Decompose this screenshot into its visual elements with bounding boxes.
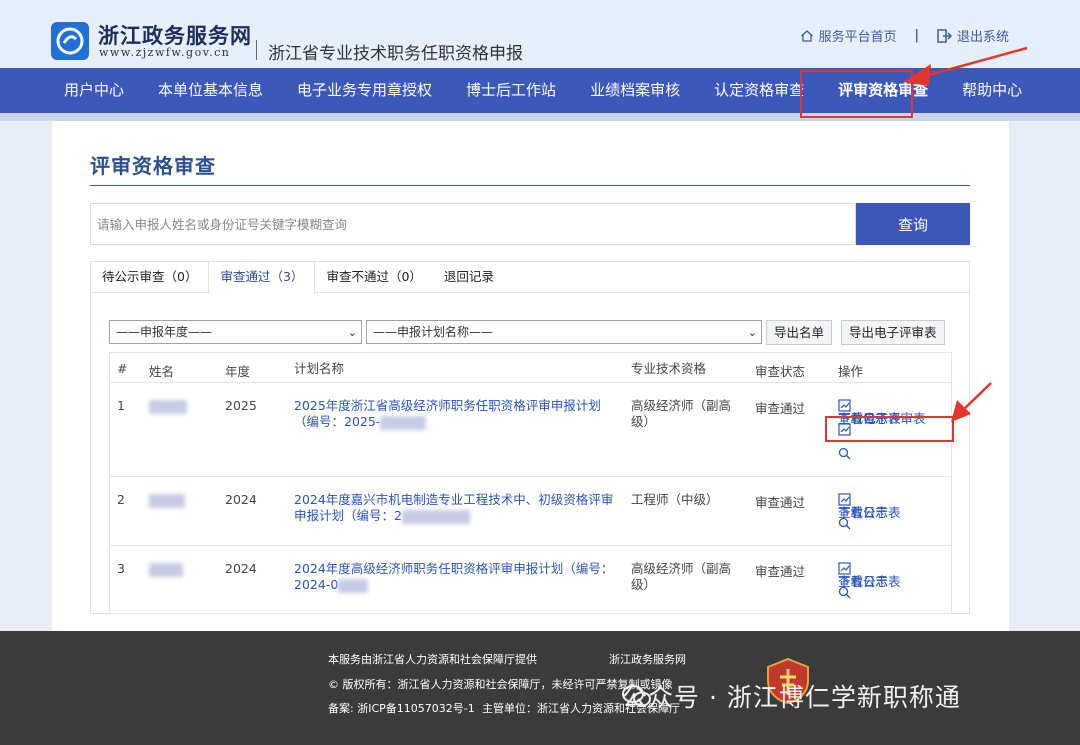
col-year: 年度: [225, 364, 251, 379]
search-input[interactable]: [90, 203, 856, 245]
row-plan-link[interactable]: 2024年度嘉兴市机电制造专业工程技术中、初级资格评审申报计划（编号：2: [294, 492, 622, 524]
redacted-name: [149, 492, 185, 508]
home-link[interactable]: 服务平台首页: [800, 26, 897, 45]
row-plan-link[interactable]: 2025年度浙江省高级经济师职务任职资格评审申报计划（编号：2025-: [294, 398, 622, 430]
row-no: 2: [117, 492, 125, 507]
table-header: # 姓名 年度 计划名称 专业技术资格 审查状态 操作: [110, 353, 951, 383]
row-plan-link[interactable]: 2024年度高级经济师职务任职资格评审申报计划（编号：2024-0: [294, 561, 622, 593]
top-links: 服务平台首页 | 退出系统: [800, 26, 1009, 45]
row-status: 审查通过: [755, 564, 806, 579]
table-row: 3 2024 2024年度高级经济师职务任职资格评审申报计划（编号：2024-0…: [110, 546, 951, 614]
export-form-button[interactable]: 导出电子评审表: [841, 320, 945, 345]
row-qualification: 高级经济师（副高级）: [631, 561, 732, 592]
nav-shadow-strip: [0, 113, 1080, 121]
chevron-down-icon: ⌄: [347, 326, 357, 339]
nav-item-user-center[interactable]: 用户中心: [47, 68, 141, 113]
home-link-label: 服务平台首页: [818, 30, 897, 45]
year-select-value: ——申报年度——: [116, 325, 213, 339]
search-button[interactable]: 查询: [856, 203, 970, 245]
plan-select-value: ——申报计划名称——: [373, 325, 494, 339]
row-ops: 下载公示表 查看日志: [838, 556, 950, 604]
col-qualification: 专业技术资格: [631, 361, 707, 376]
nav-item-performance-review[interactable]: 业绩档案审核: [573, 68, 697, 113]
tab-pending[interactable]: 待公示审查（0）: [91, 262, 208, 293]
top-link-separator: |: [914, 28, 919, 43]
nav-annotation-box: [800, 70, 913, 118]
year-select[interactable]: ——申报年度—— ⌄: [109, 320, 362, 344]
row-qualification: 高级经济师（副高级）: [631, 398, 732, 429]
table-row: 2 2024 2024年度嘉兴市机电制造专业工程技术中、初级资格评审申报计划（编…: [110, 477, 951, 546]
eform-annotation-box: [825, 416, 954, 442]
logout-icon: [937, 28, 952, 43]
nav-item-unit-info[interactable]: 本单位基本信息: [141, 68, 280, 113]
redacted-name: [149, 398, 187, 414]
row-plan-text: 2025年度浙江省高级经济师职务任职资格评审申报计划（编号：2025-: [294, 398, 601, 429]
nav-item-postdoc-station[interactable]: 博士后工作站: [449, 68, 573, 113]
col-name: 姓名: [149, 364, 175, 379]
row-year: 2024: [225, 492, 257, 507]
site-logo-icon[interactable]: [51, 22, 89, 60]
logout-link-label: 退出系统: [956, 30, 1009, 45]
tab-returned[interactable]: 退回记录: [433, 262, 505, 293]
search-icon: [838, 447, 851, 459]
row-ops: 下载公示表 查看日志: [838, 487, 950, 535]
view-log-label: 查看日志: [838, 574, 889, 589]
site-footer: 本服务由浙江省人力资源和社会保障厅提供 浙江政务服务网 © 版权所有：浙江省人力…: [0, 631, 1080, 745]
site-header: 浙江政务服务网 www.zjzwfw.gov.cn 浙江省专业技术职务任职资格申…: [0, 0, 1080, 68]
main-nav: 用户中心 本单位基本信息 电子业务专用章授权 博士后工作站 业绩档案审核 认定资…: [0, 68, 1080, 113]
plan-select[interactable]: ——申报计划名称—— ⌄: [366, 320, 762, 344]
row-year: 2025: [225, 398, 257, 413]
home-icon: [800, 29, 813, 42]
footer-copyright: © 版权所有：浙江省人力资源和社会保障厅，未经许可严禁复制或镜像: [328, 678, 673, 691]
row-year: 2024: [225, 561, 257, 576]
logout-link[interactable]: 退出系统: [937, 26, 1009, 45]
row-status: 审查通过: [755, 401, 806, 416]
footer-site-link[interactable]: 浙江政务服务网: [609, 651, 686, 667]
view-log-label: 查看日志: [838, 505, 889, 520]
title-underline: [90, 185, 970, 186]
col-plan: 计划名称: [294, 361, 345, 376]
wechat-watermark: 公众号 · 浙江博仁学新职称通: [622, 683, 960, 712]
footer-provider: 本服务由浙江省人力资源和社会保障厅提供: [328, 653, 537, 666]
col-status: 审查状态: [755, 364, 806, 379]
nav-item-seal-authorization[interactable]: 电子业务专用章授权: [280, 68, 449, 113]
results-table: # 姓名 年度 计划名称 专业技术资格 审查状态 操作 1 2025 2025年…: [109, 352, 952, 614]
row-qualification: 工程师（中级）: [631, 492, 719, 507]
watermark-text: 公众号 · 浙江博仁学新职称通: [622, 683, 961, 712]
chevron-down-icon: ⌄: [747, 326, 757, 339]
tab-approved[interactable]: 审查通过（3）: [208, 262, 316, 294]
tab-bar: 待公示审查（0） 审查通过（3） 审查不通过（0） 退回记录: [91, 262, 969, 294]
redacted-name: [149, 561, 183, 577]
col-no: #: [117, 361, 128, 376]
view-log-link[interactable]: 查看日志: [838, 411, 950, 465]
nav-item-help-center[interactable]: 帮助中心: [945, 68, 1039, 113]
row-status: 审查通过: [755, 495, 806, 510]
page-title: 评审资格审查: [90, 154, 216, 178]
row-no: 3: [117, 561, 125, 576]
col-ops: 操作: [838, 364, 864, 379]
header-divider: [256, 40, 257, 60]
export-list-button[interactable]: 导出名单: [766, 320, 833, 345]
row-no: 1: [117, 398, 125, 413]
tab-rejected[interactable]: 审查不通过（0）: [315, 262, 432, 293]
site-url: www.zjzwfw.gov.cn: [99, 46, 231, 59]
system-title: 浙江省专业技术职务任职资格申报: [268, 44, 523, 64]
footer-icp[interactable]: 备案: 浙ICP备11057032号-1: [328, 700, 475, 716]
